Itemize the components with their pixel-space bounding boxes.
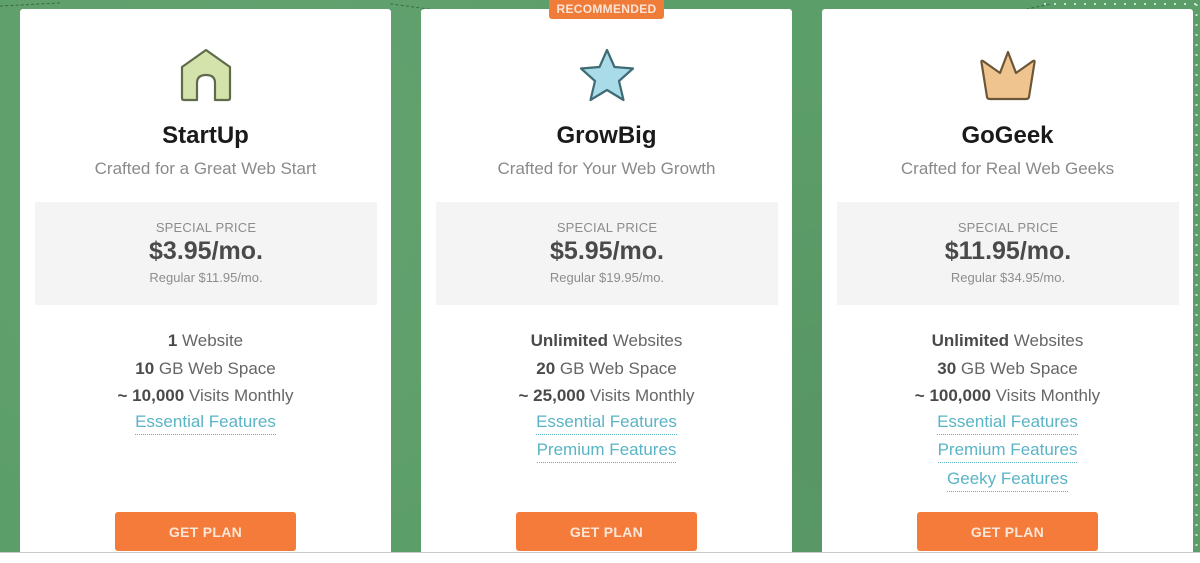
- feature-value: Unlimited: [931, 331, 1010, 350]
- feature-websites: 1 Website: [20, 327, 391, 355]
- price-label: SPECIAL PRICE: [556, 220, 658, 235]
- get-plan-button-startup[interactable]: GET PLAN: [115, 512, 296, 551]
- feature-value: 20: [536, 358, 556, 378]
- essential-features-link[interactable]: Essential Features: [536, 410, 677, 435]
- feature-value: 1: [167, 331, 178, 350]
- feature-label: Websites: [608, 331, 683, 350]
- feature-visits: ~ 10,000 Visits Monthly: [20, 382, 391, 410]
- regular-price: Regular $11.95/mo.: [149, 270, 263, 285]
- feature-websites: Unlimited Websites: [421, 327, 792, 355]
- recommended-badge: RECOMMENDED: [548, 0, 665, 19]
- get-plan-button-growbig[interactable]: GET PLAN: [516, 512, 697, 551]
- premium-features-link[interactable]: Premium Features: [937, 438, 1078, 463]
- feature-web-space: 20 GB Web Space: [421, 355, 792, 383]
- feature-value: ~ 10,000: [117, 386, 185, 405]
- crown-shape: [979, 50, 1036, 101]
- regular-price: Regular $19.95/mo.: [549, 270, 665, 285]
- price-box: SPECIAL PRICE $11.95/mo. Regular $34.95/…: [837, 202, 1179, 305]
- feature-label: Visits Monthly: [184, 386, 294, 405]
- feature-label: Website: [177, 331, 244, 350]
- premium-features-link[interactable]: Premium Features: [536, 438, 677, 463]
- feature-visits: ~ 100,000 Visits Monthly: [822, 382, 1193, 410]
- plan-name: StartUp: [162, 122, 249, 149]
- plan-card-growbig: RECOMMENDED GrowBig Crafted for Your Web…: [421, 0, 792, 552]
- feature-websites: Unlimited Websites: [822, 327, 1193, 355]
- feature-list: 1 Website 10 GB Web Space ~ 10,000 Visit…: [20, 327, 391, 438]
- plan-name: GrowBig: [556, 122, 657, 149]
- feature-label: GB Web Space: [555, 358, 677, 378]
- star-icon: [421, 47, 792, 107]
- price-box: SPECIAL PRICE $3.95/mo. Regular $11.95/m…: [35, 202, 377, 305]
- feature-value: ~ 25,000: [518, 386, 586, 405]
- price-label: SPECIAL PRICE: [155, 220, 257, 235]
- feature-value: 30: [937, 358, 957, 378]
- plan-tagline: Crafted for Real Web Geeks: [900, 159, 1115, 178]
- feature-list: Unlimited Websites 20 GB Web Space ~ 25,…: [421, 327, 792, 467]
- price-label: SPECIAL PRICE: [957, 220, 1059, 235]
- regular-price: Regular $34.95/mo.: [950, 270, 1066, 285]
- get-plan-button-gogeek[interactable]: GET PLAN: [917, 512, 1098, 551]
- feature-visits: ~ 25,000 Visits Monthly: [421, 382, 792, 410]
- plan-name: GoGeek: [961, 122, 1054, 149]
- plan-card-startup: StartUp Crafted for a Great Web Start SP…: [20, 9, 391, 552]
- pricing-background: StartUp Crafted for a Great Web Start SP…: [0, 0, 1200, 552]
- special-price: $3.95/mo.: [149, 237, 263, 265]
- bottom-divider: [0, 552, 1200, 563]
- decorative-dots: [1195, 0, 1198, 552]
- feature-value: ~ 100,000: [914, 386, 991, 405]
- feature-value: 10: [135, 358, 155, 378]
- feature-list: Unlimited Websites 30 GB Web Space ~ 100…: [822, 327, 1193, 495]
- plan-tagline: Crafted for Your Web Growth: [497, 159, 716, 178]
- feature-label: Visits Monthly: [585, 386, 695, 405]
- feature-web-space: 10 GB Web Space: [20, 355, 391, 383]
- feature-label: Visits Monthly: [990, 386, 1101, 405]
- feature-label: Websites: [1009, 331, 1084, 350]
- crown-icon: [822, 47, 1193, 107]
- plan-tagline: Crafted for a Great Web Start: [94, 159, 317, 178]
- plan-card-gogeek: GoGeek Crafted for Real Web Geeks SPECIA…: [822, 9, 1193, 552]
- decorative-dots: [1040, 3, 1200, 5]
- essential-features-link[interactable]: Essential Features: [937, 410, 1078, 435]
- feature-web-space: 30 GB Web Space: [822, 355, 1193, 383]
- decorative-line: [0, 2, 60, 7]
- essential-features-link[interactable]: Essential Features: [135, 410, 276, 435]
- special-price: $11.95/mo.: [944, 237, 1072, 265]
- special-price: $5.95/mo.: [550, 237, 664, 265]
- feature-value: Unlimited: [530, 331, 609, 350]
- house-shape: [180, 48, 231, 102]
- star-shape: [579, 48, 634, 102]
- price-box: SPECIAL PRICE $5.95/mo. Regular $19.95/m…: [436, 202, 778, 305]
- feature-label: GB Web Space: [154, 358, 276, 378]
- feature-label: GB Web Space: [956, 358, 1078, 378]
- house-icon: [20, 47, 391, 107]
- geeky-features-link[interactable]: Geeky Features: [947, 467, 1068, 492]
